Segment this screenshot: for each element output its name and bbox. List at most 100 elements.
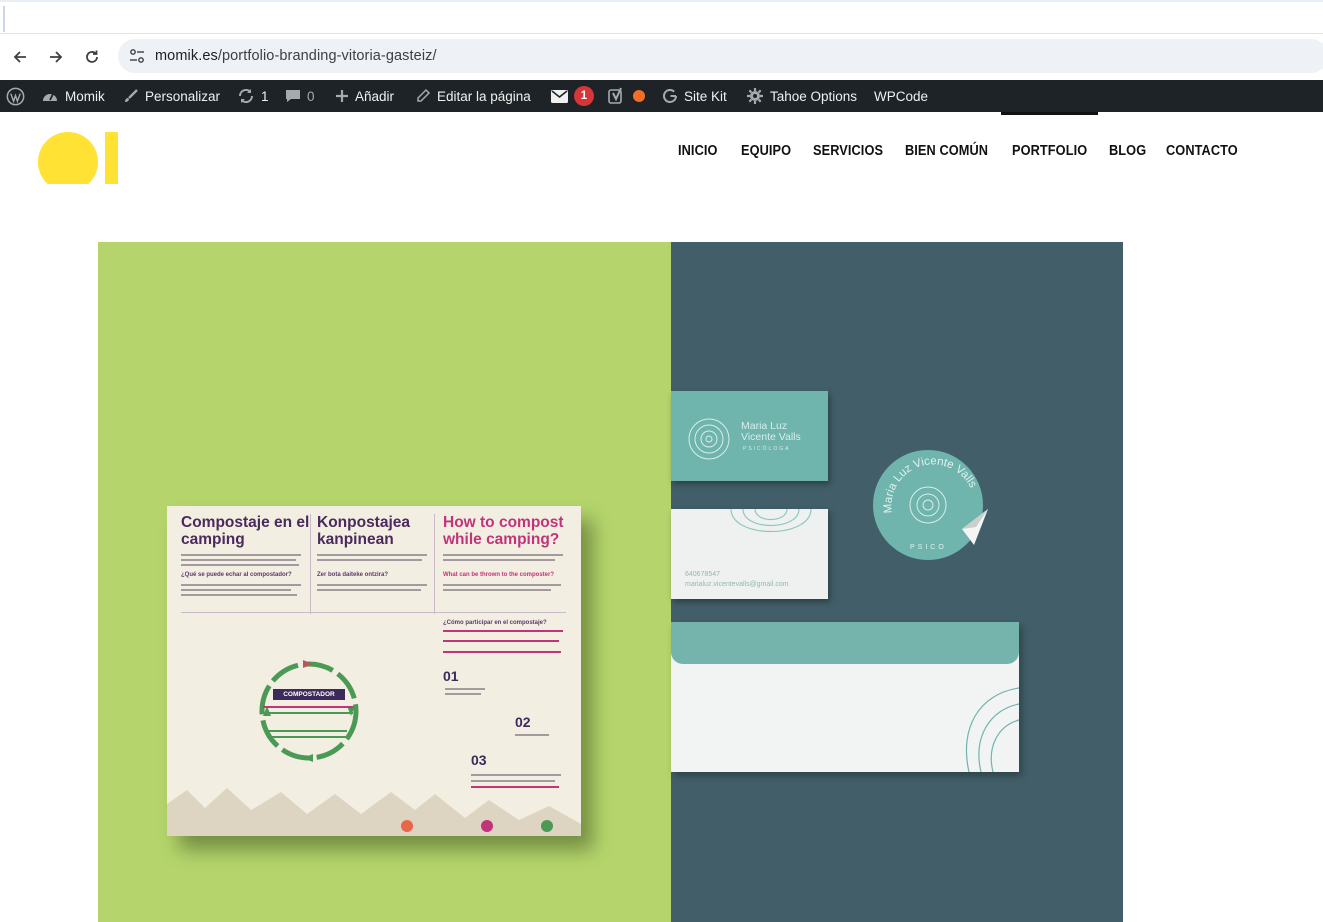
poster-trees-decoration	[167, 788, 581, 836]
business-card-front: Maria Luz Vicente Valls PSICÓLOGA	[671, 391, 828, 481]
poster-text-line	[443, 651, 561, 653]
edit-page-label: Editar la página	[437, 88, 531, 104]
poster-text-line	[443, 584, 561, 586]
yoast-seo-menu[interactable]	[607, 80, 645, 112]
poster-participate: ¿Cómo participar en el compostaje?	[443, 620, 547, 626]
nav-item-servicios[interactable]: SERVICIOS	[813, 143, 883, 159]
updates-icon	[237, 88, 255, 104]
compost-cycle-diagram	[259, 660, 359, 762]
poster-title-en: How to compost while camping?	[443, 514, 564, 548]
poster-text-line	[181, 594, 297, 596]
updates-link[interactable]: 1	[237, 80, 269, 112]
comments-link[interactable]: 0	[285, 80, 315, 112]
site-name-label: Momik	[65, 88, 105, 104]
poster-question-eu: Zer bota daiteke ontzira?	[317, 572, 389, 578]
poster-text-line	[317, 554, 427, 556]
card-subtitle: PSICÓLOGA	[743, 446, 791, 452]
mail-icon	[551, 89, 568, 103]
active-tab-edge	[3, 6, 5, 32]
nav-item-bien-comun[interactable]: BIEN COMÚN	[905, 143, 988, 159]
address-bar[interactable]: momik.es/portfolio-branding-vitoria-gast…	[118, 39, 1323, 73]
envelope-flap	[671, 622, 1019, 664]
compost-poster: Compostaje en el camping Konpostajea kan…	[167, 506, 581, 836]
poster-title-es: Compostaje en el camping	[181, 514, 310, 548]
poster-text-line	[267, 736, 347, 738]
site-kit-label: Site Kit	[684, 88, 727, 104]
add-new-menu[interactable]: Añadir	[335, 80, 394, 112]
arrow-left-icon	[13, 51, 26, 63]
poster-title-eu: Konpostajea kanpinean	[317, 514, 411, 548]
poster-text-line	[181, 554, 301, 556]
tahoe-options-label: Tahoe Options	[770, 88, 858, 104]
poster-text-line	[263, 706, 353, 708]
updates-count: 1	[261, 88, 269, 104]
business-card-back: 640678547 marialuz.vicentevalls@gmail.co…	[671, 509, 828, 599]
url-text: momik.es/portfolio-branding-vitoria-gast…	[155, 48, 437, 64]
poster-text-line	[443, 630, 563, 632]
brush-icon	[123, 88, 139, 104]
envelope-spiral-pattern	[965, 687, 1019, 772]
mail-count-badge: 1	[574, 86, 594, 106]
poster-text-line	[317, 589, 421, 591]
poster-text-line	[515, 734, 549, 736]
reload-button[interactable]	[79, 44, 105, 70]
forward-button[interactable]	[43, 44, 69, 70]
comments-count: 0	[307, 88, 315, 104]
card-name: Maria Luz Vicente Valls	[741, 421, 801, 443]
gear-icon	[746, 87, 764, 105]
momik-logo[interactable]	[38, 122, 120, 184]
poster-text-line	[443, 554, 563, 556]
plus-icon	[335, 89, 349, 103]
poster-text-line	[181, 589, 291, 591]
google-g-icon	[662, 88, 678, 104]
wpcode-menu[interactable]: WPCode	[874, 80, 928, 112]
sticker-subtitle: PSICO	[910, 544, 947, 551]
active-nav-indicator	[1001, 112, 1098, 115]
portfolio-hero-image: Compostaje en el camping Konpostajea kan…	[98, 242, 1123, 922]
wordpress-icon	[6, 87, 25, 105]
poster-divider	[434, 514, 435, 614]
dashboard-icon	[41, 88, 59, 104]
nav-item-portfolio[interactable]: PORTFOLIO	[1012, 143, 1087, 159]
poster-question-en: What can be thrown to the composter?	[443, 572, 555, 578]
poster-step-2: 02	[515, 714, 531, 730]
spiral-pattern-icon	[730, 509, 812, 533]
nav-item-equipo[interactable]: EQUIPO	[741, 143, 791, 159]
arrow-right-icon	[50, 51, 63, 63]
pencil-icon	[415, 88, 431, 104]
wp-logo-menu[interactable]	[6, 80, 25, 112]
back-button[interactable]	[7, 44, 33, 70]
wpcode-label: WPCode	[874, 88, 929, 104]
tahoe-options-menu[interactable]: Tahoe Options	[746, 80, 857, 112]
card-phone: 640678547	[685, 571, 721, 578]
poster-text-line	[181, 584, 301, 586]
poster-text-line	[267, 730, 347, 732]
nav-item-inicio[interactable]: INICIO	[678, 143, 718, 159]
poster-divider	[310, 514, 311, 614]
site-kit-menu[interactable]: Site Kit	[662, 80, 727, 112]
poster-step-1: 01	[443, 668, 459, 684]
nav-item-blog[interactable]: BLOG	[1109, 143, 1146, 159]
site-settings-icon[interactable]	[128, 47, 146, 65]
envelope	[671, 622, 1019, 772]
browser-toolbar: momik.es/portfolio-branding-vitoria-gast…	[0, 34, 1323, 80]
mail-notifications[interactable]: 1	[551, 80, 594, 112]
browser-tab-strip	[0, 0, 1323, 34]
edit-page-link[interactable]: Editar la página	[415, 80, 531, 112]
url-path: /portfolio-branding-vitoria-gasteiz/	[217, 48, 437, 64]
poster-text-line	[443, 640, 559, 642]
yoast-icon	[607, 86, 627, 106]
site-name-menu[interactable]: Momik	[41, 80, 105, 112]
tab-strip-line	[0, 0, 1323, 2]
nav-item-contacto[interactable]: CONTACTO	[1166, 143, 1238, 159]
url-host: momik.es	[155, 48, 218, 64]
add-new-label: Añadir	[355, 88, 395, 104]
poster-text-line	[443, 559, 555, 561]
site-header: INICIO EQUIPO SERVICIOS BIEN COMÚN PORTF…	[0, 112, 1323, 242]
poster-center-label: COMPOSTADOR	[273, 689, 345, 700]
customize-label: Personalizar	[145, 88, 221, 104]
poster-text-line	[263, 712, 353, 714]
poster-text-line	[445, 693, 481, 695]
poster-divider	[181, 612, 566, 613]
customize-link[interactable]: Personalizar	[123, 80, 220, 112]
